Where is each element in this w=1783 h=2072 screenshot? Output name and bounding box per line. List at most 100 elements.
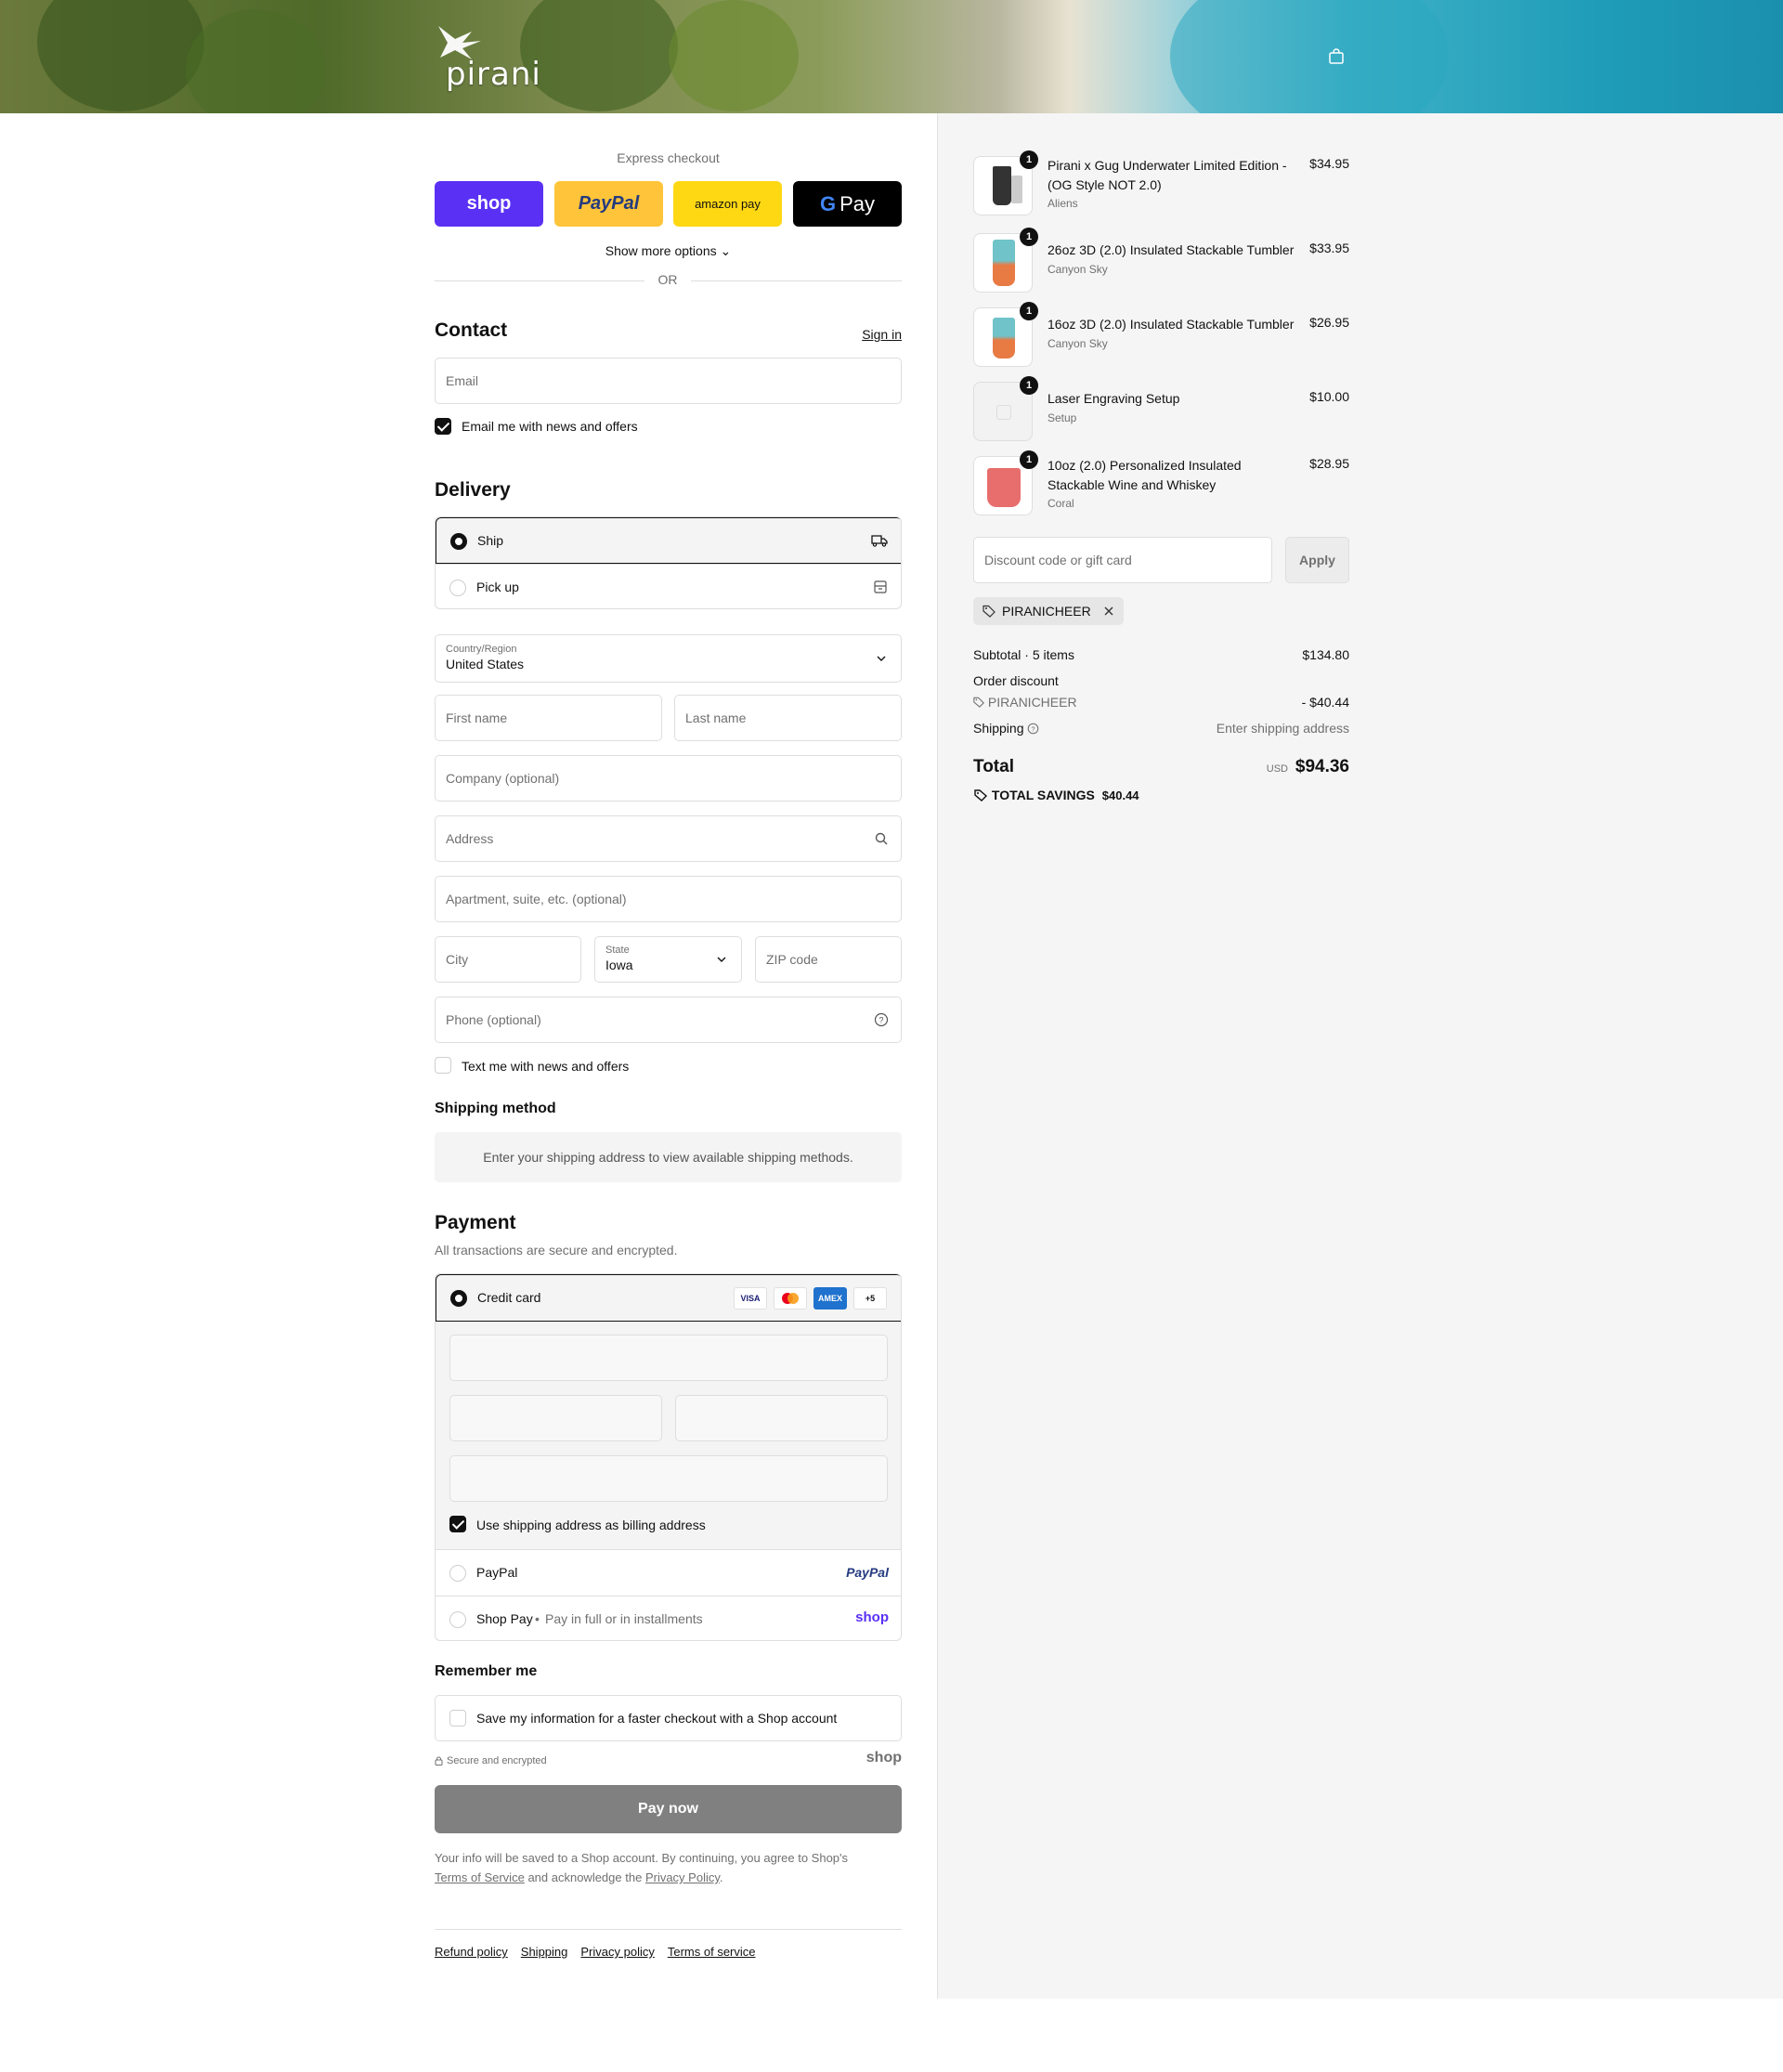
- apartment-field[interactable]: Apartment, suite, etc. (optional): [435, 876, 902, 922]
- paypal-option-label: PayPal: [476, 1565, 518, 1580]
- card-cvv-field[interactable]: [675, 1395, 888, 1441]
- refund-policy-link[interactable]: Refund policy: [435, 1945, 508, 1959]
- quantity-badge: 1: [1020, 302, 1038, 320]
- close-icon[interactable]: [1103, 606, 1114, 617]
- pirani-logo[interactable]: pirani: [435, 19, 555, 93]
- shop-logo: shop: [865, 1750, 902, 1766]
- pay-now-button[interactable]: Pay now: [435, 1785, 902, 1833]
- shipping-value: Enter shipping address: [1216, 721, 1349, 736]
- item-price: $10.00: [1309, 389, 1349, 404]
- secure-label: Secure and encrypted: [447, 1755, 547, 1766]
- shop-pay-button[interactable]: shop: [435, 181, 543, 227]
- credit-card-option[interactable]: Credit card VISA AMEX +5: [436, 1274, 901, 1322]
- sign-in-link[interactable]: Sign in: [862, 327, 902, 342]
- email-placeholder: Email: [446, 373, 479, 388]
- item-name: Pirani x Gug Underwater Limited Edition …: [1048, 158, 1287, 192]
- country-label: Country/Region: [446, 644, 517, 656]
- quantity-badge: 1: [1020, 376, 1038, 395]
- payment-method-group: Credit card VISA AMEX +5 Use shipping ad…: [435, 1273, 902, 1641]
- paypal-button[interactable]: PayPal: [554, 181, 663, 227]
- state-select[interactable]: State Iowa: [594, 936, 742, 983]
- help-icon[interactable]: ?: [1027, 723, 1039, 735]
- total-label: Total: [973, 757, 1014, 776]
- shop-pay-installments-label: Pay in full or in installments: [545, 1611, 703, 1626]
- shop-privacy-link[interactable]: Privacy Policy: [645, 1870, 720, 1884]
- visa-icon: VISA: [734, 1287, 767, 1310]
- card-details-panel: Use shipping address as billing address: [436, 1322, 901, 1549]
- google-pay-button[interactable]: G Pay: [793, 181, 902, 227]
- company-field[interactable]: Company (optional): [435, 755, 902, 801]
- visa-label: VISA: [740, 1294, 761, 1303]
- shipping-label: Shipping: [973, 721, 1024, 736]
- amazon-pay-button[interactable]: amazon pay: [673, 181, 782, 227]
- discount-code-row: PIRANICHEER - $40.44: [973, 695, 1349, 710]
- country-select[interactable]: Country/Region United States: [435, 634, 902, 683]
- order-discount-label: Order discount: [973, 673, 1059, 688]
- text-news-checkbox[interactable]: [435, 1057, 451, 1074]
- show-more-options-button[interactable]: Show more options ⌄: [435, 243, 902, 259]
- quantity-badge: 1: [1020, 228, 1038, 246]
- shipping-method-title: Shipping method: [435, 1101, 556, 1116]
- delivery-method-group: Ship Pick up: [435, 516, 902, 609]
- help-icon[interactable]: ?: [874, 1012, 889, 1027]
- city-field[interactable]: City: [435, 936, 581, 983]
- ship-radio[interactable]: [450, 533, 467, 550]
- apply-discount-button[interactable]: Apply: [1285, 537, 1349, 583]
- remember-me-box: Save my information for a faster checkou…: [435, 1695, 902, 1741]
- legal-text-3: .: [719, 1870, 723, 1884]
- pickup-radio[interactable]: [449, 580, 466, 596]
- logo-wordmark: pirani: [446, 56, 541, 93]
- bag-icon[interactable]: [1328, 48, 1345, 65]
- total-savings-row: TOTAL SAVINGS $40.44: [973, 788, 1349, 802]
- shop-pay-logo: shop: [855, 1609, 889, 1625]
- last-name-field[interactable]: Last name: [674, 695, 902, 741]
- legal-text-1: Your info will be saved to a Shop accoun…: [435, 1851, 849, 1865]
- or-label: OR: [644, 272, 691, 287]
- zip-field[interactable]: ZIP code: [755, 936, 902, 983]
- save-info-checkbox[interactable]: [449, 1710, 466, 1727]
- shop-pay-option[interactable]: Shop Pay • Pay in full or in installment…: [436, 1596, 901, 1640]
- show-more-label: Show more options: [605, 243, 717, 258]
- total-row: Total USD $94.36: [973, 757, 1349, 785]
- shipping-method-message: Enter your shipping address to view avai…: [483, 1150, 853, 1165]
- email-field[interactable]: Email: [435, 358, 902, 404]
- ship-option[interactable]: Ship: [436, 517, 901, 564]
- shop-pay-radio[interactable]: [449, 1611, 466, 1628]
- pickup-option[interactable]: Pick up: [436, 564, 901, 608]
- shop-pay-option-label: Shop Pay: [476, 1611, 533, 1626]
- express-checkout-title: Express checkout: [617, 150, 720, 165]
- email-news-checkbox[interactable]: [435, 418, 451, 435]
- mastercard-icon: [774, 1287, 807, 1310]
- shipping-policy-link[interactable]: Shipping: [521, 1945, 568, 1959]
- card-expiry-field[interactable]: [449, 1395, 662, 1441]
- pay-now-label: Pay now: [638, 1801, 698, 1817]
- billing-address-checkbox[interactable]: [449, 1516, 466, 1532]
- text-news-label: Text me with news and offers: [462, 1059, 630, 1074]
- subtotal-value: $134.80: [1302, 647, 1349, 662]
- item-variant: Canyon Sky: [1048, 337, 1108, 350]
- shop-terms-link[interactable]: Terms of Service: [435, 1870, 525, 1884]
- credit-card-radio[interactable]: [450, 1290, 467, 1307]
- applied-code-label: PIRANICHEER: [1002, 604, 1091, 619]
- phone-field[interactable]: Phone (optional) ?: [435, 997, 902, 1043]
- first-name-placeholder: First name: [446, 710, 508, 725]
- city-placeholder: City: [446, 952, 469, 967]
- state-label: State: [605, 945, 630, 957]
- item-variant: Aliens: [1048, 197, 1078, 210]
- paypal-option[interactable]: PayPal PayPal: [436, 1549, 901, 1596]
- savings-tag-icon: [974, 789, 988, 801]
- paypal-label: PayPal: [578, 193, 640, 214]
- privacy-policy-link[interactable]: Privacy policy: [580, 1945, 654, 1959]
- card-name-field[interactable]: [449, 1455, 888, 1502]
- address-field[interactable]: Address: [435, 815, 902, 862]
- ship-label: Ship: [477, 533, 504, 548]
- card-number-field[interactable]: [449, 1335, 888, 1381]
- terms-of-service-link[interactable]: Terms of service: [668, 1945, 756, 1959]
- shipping-row: Shipping ? Enter shipping address: [973, 721, 1349, 736]
- discount-code-field[interactable]: Discount code or gift card: [973, 537, 1272, 583]
- item-price: $26.95: [1309, 315, 1349, 330]
- dot-separator: •: [535, 1611, 540, 1626]
- first-name-field[interactable]: First name: [435, 695, 662, 741]
- apartment-placeholder: Apartment, suite, etc. (optional): [446, 892, 627, 906]
- paypal-radio[interactable]: [449, 1565, 466, 1582]
